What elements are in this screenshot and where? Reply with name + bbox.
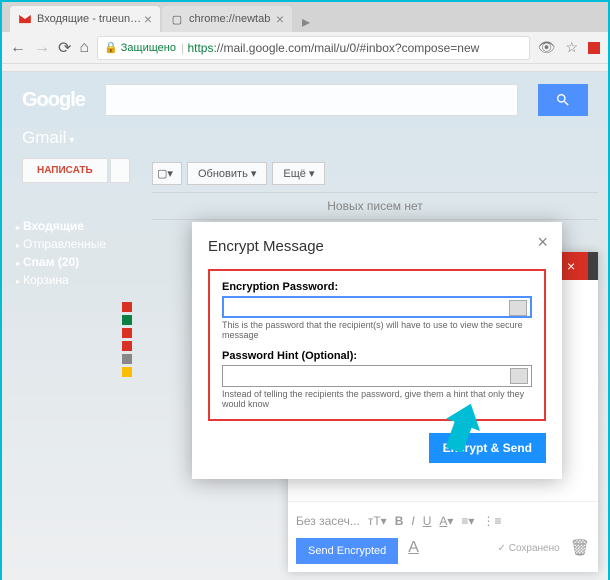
tab-title: chrome://newtab <box>189 13 276 25</box>
address-bar[interactable]: 🔒 Защищено | https://mail.google.com/mai… <box>97 36 530 60</box>
reload-icon[interactable]: ⟳ <box>58 38 71 58</box>
google-header: Google <box>2 72 608 128</box>
close-icon[interactable]: × <box>567 258 575 274</box>
font-select[interactable]: Без засеч... <box>296 514 360 528</box>
highlight-box: Encryption Password: This is the passwor… <box>208 269 546 421</box>
text-color-icon[interactable]: A▾ <box>439 514 453 528</box>
underline-icon[interactable]: U <box>423 514 432 528</box>
sidebar-item-sent[interactable]: Отправленные <box>16 235 106 253</box>
back-icon[interactable]: ← <box>10 39 26 57</box>
align-icon[interactable]: ≡▾ <box>461 514 474 528</box>
compose-footer: Без засеч... тТ▾ B I U A▾ ≡▾ ⋮≡ Send Enc… <box>288 501 598 572</box>
hint-input[interactable] <box>222 365 532 387</box>
browser-tab-inactive[interactable]: ▢ chrome://newtab × <box>162 6 292 32</box>
more-button[interactable]: Ещё ▾ <box>272 162 325 185</box>
sidebar-item-spam[interactable]: Спам (20) <box>16 253 106 271</box>
modal-close-button[interactable]: × <box>537 232 548 253</box>
secure-indicator: 🔒 Защищено <box>104 41 176 54</box>
list-icon[interactable]: ⋮≡ <box>482 514 501 528</box>
home-icon[interactable]: ⌂ <box>79 39 89 57</box>
sidebar-item-inbox[interactable]: Входящие <box>16 217 106 235</box>
empty-inbox-message: Новых писем нет <box>152 192 598 220</box>
secure-label: Защищено <box>121 42 176 54</box>
search-input[interactable] <box>105 84 518 116</box>
tab-close-icon[interactable]: × <box>276 11 284 27</box>
send-encrypted-button[interactable]: Send Encrypted <box>296 538 398 564</box>
select-checkbox[interactable]: ▢▾ <box>152 162 182 185</box>
new-tab-button[interactable]: ▸ <box>294 12 318 32</box>
color-tag <box>122 354 132 364</box>
label-colors <box>122 302 132 377</box>
color-tag <box>122 367 132 377</box>
encrypt-modal: × Encrypt Message Encryption Password: T… <box>192 222 562 479</box>
bookmark-bar <box>2 64 608 72</box>
color-tag <box>122 341 132 351</box>
nav-bar: ← → ⟳ ⌂ 🔒 Защищено | https://mail.google… <box>2 32 608 64</box>
gmail-product-label[interactable]: Gmail <box>2 128 608 158</box>
lock-icon: 🔒 <box>104 41 118 54</box>
sidebar: Входящие Отправленные Спам (20) Корзина <box>16 217 106 289</box>
forward-icon[interactable]: → <box>34 39 50 57</box>
url-text: https://mail.google.com/mail/u/0/#inbox?… <box>187 41 479 55</box>
toolbar-right: 👁 ☆ <box>538 39 600 56</box>
compose-split-button[interactable] <box>110 158 130 183</box>
sidebar-item-trash[interactable]: Корзина <box>16 271 106 289</box>
search-button[interactable] <box>538 84 588 116</box>
eye-icon[interactable]: 👁 <box>538 39 556 56</box>
password-hint-text: This is the password that the recipient(… <box>222 320 532 340</box>
tab-bar: Входящие - trueundelet × ▢ chrome://newt… <box>2 2 608 32</box>
hint-label: Password Hint (Optional): <box>222 350 532 362</box>
color-tag <box>122 315 132 325</box>
italic-icon[interactable]: I <box>411 514 414 528</box>
mail-toolbar: ▢▾ Обновить ▾ Ещё ▾ <box>152 162 325 185</box>
star-icon[interactable]: ☆ <box>565 39 578 56</box>
format-toggle-icon[interactable]: A <box>408 539 419 557</box>
tab-title: Входящие - trueundelet <box>37 13 144 25</box>
font-size-icon[interactable]: тТ▾ <box>368 514 387 528</box>
trash-icon[interactable]: 🗑 <box>570 538 590 558</box>
format-toolbar: Без засеч... тТ▾ B I U A▾ ≡▾ ⋮≡ <box>296 510 590 532</box>
search-icon <box>555 92 571 108</box>
hint-help-text: Instead of telling the recipients the pa… <box>222 389 532 409</box>
browser-tab-active[interactable]: Входящие - trueundelet × <box>10 6 160 32</box>
color-tag <box>122 302 132 312</box>
password-label: Encryption Password: <box>222 281 532 293</box>
saved-label: ✓ Сохранено <box>498 543 560 554</box>
browser-chrome: Входящие - trueundelet × ▢ chrome://newt… <box>2 2 608 72</box>
bold-icon[interactable]: B <box>395 514 404 528</box>
refresh-button[interactable]: Обновить ▾ <box>187 162 267 185</box>
blank-favicon: ▢ <box>170 12 184 26</box>
google-logo: Google <box>22 89 85 112</box>
gmail-favicon <box>18 12 32 26</box>
modal-title: Encrypt Message <box>208 238 546 255</box>
tab-close-icon[interactable]: × <box>144 11 152 27</box>
color-tag <box>122 328 132 338</box>
annotation-arrow <box>440 402 485 457</box>
compose-button[interactable]: НАПИСАТЬ <box>22 158 108 183</box>
password-input[interactable] <box>222 296 532 318</box>
extension-icon[interactable] <box>588 42 600 54</box>
